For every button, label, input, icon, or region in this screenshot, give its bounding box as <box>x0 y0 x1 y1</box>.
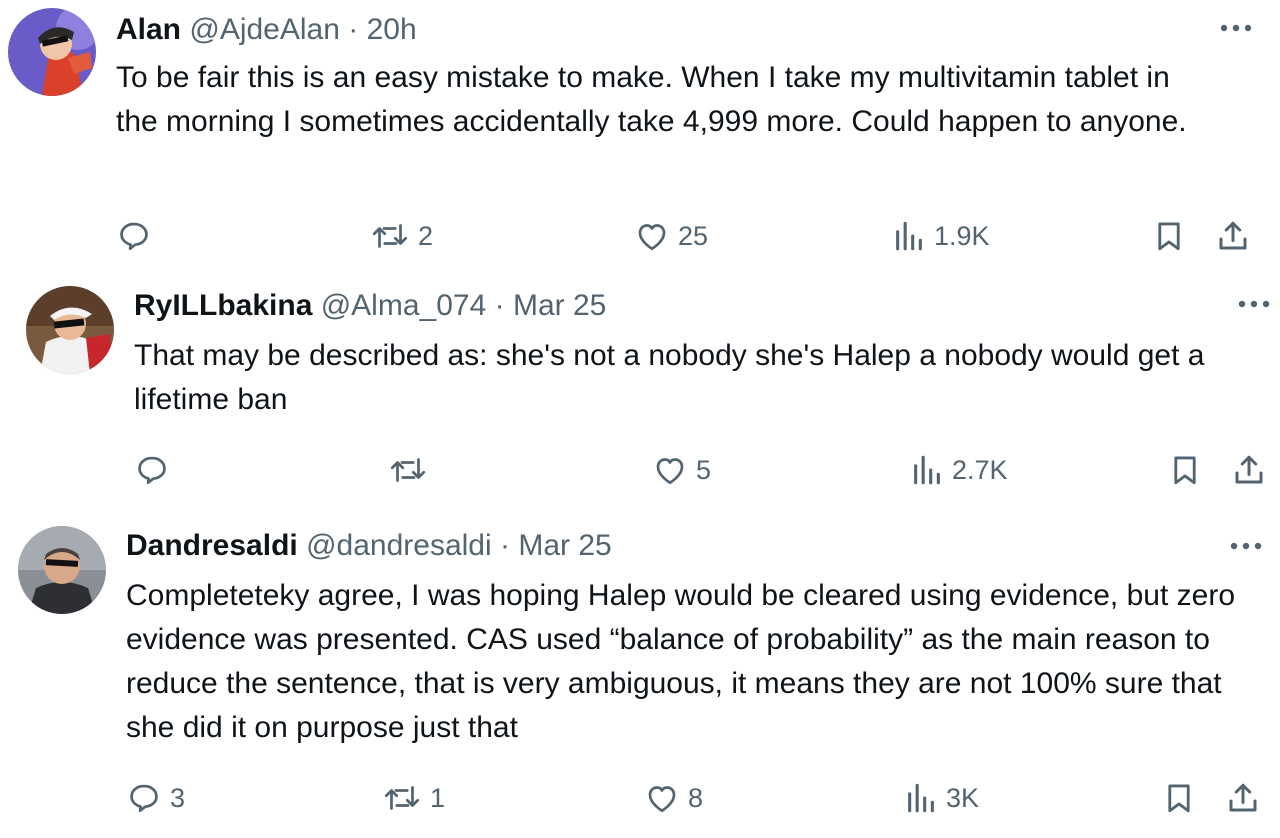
like-button[interactable]: 25 <box>634 216 708 256</box>
share-button[interactable] <box>1214 216 1252 256</box>
heart-outline-icon <box>656 458 684 485</box>
bar-chart-icon <box>896 221 922 251</box>
retweet-button[interactable]: 2 <box>370 216 433 256</box>
view-count: 2.7K <box>952 454 1008 485</box>
bar-chart-icon <box>908 783 934 813</box>
bookmark-button[interactable] <box>1168 450 1202 490</box>
reply-button[interactable]: 3 <box>126 778 185 818</box>
retweet-button[interactable] <box>388 450 436 490</box>
more-options-button[interactable] <box>1216 18 1256 38</box>
separator: · <box>348 13 359 46</box>
heart-outline-icon <box>638 224 666 251</box>
action-bar: 2 25 1.9K <box>0 216 1280 256</box>
avatar[interactable] <box>26 286 114 374</box>
like-count: 5 <box>696 454 712 485</box>
separator: · <box>494 289 505 322</box>
share-upload-icon <box>1229 783 1257 812</box>
like-button[interactable]: 8 <box>644 778 703 818</box>
timestamp[interactable]: 20h <box>367 13 417 46</box>
reply-button[interactable] <box>116 216 160 256</box>
reply-count: 3 <box>170 782 186 813</box>
tweet-text: That may be described as: she's not a no… <box>134 339 1205 416</box>
heart-outline-icon <box>648 786 676 813</box>
speech-bubble-icon <box>120 222 148 251</box>
views-button[interactable]: 1.9K <box>892 216 990 256</box>
tweet: RyILLbakina @Alma_074 · Mar 25 That may … <box>0 270 1280 510</box>
retweet-arrows-icon <box>372 224 408 248</box>
display-name[interactable]: Dandresaldi <box>126 529 298 562</box>
share-upload-icon <box>1219 221 1247 250</box>
tweet-text: Completeteky agree, I was hoping Halep w… <box>126 579 1236 744</box>
avatar[interactable] <box>18 526 106 614</box>
more-options-button[interactable] <box>1226 536 1266 556</box>
views-button[interactable]: 3K <box>904 778 979 818</box>
reply-button[interactable] <box>134 450 178 490</box>
user-handle[interactable]: @Alma_074 <box>321 289 487 322</box>
avatar[interactable] <box>8 8 96 96</box>
views-button[interactable]: 2.7K <box>910 450 1008 490</box>
retweet-count: 1 <box>430 782 446 813</box>
retweet-arrows-icon <box>384 786 420 810</box>
tweet-text: To be fair this is an easy mistake to ma… <box>116 61 1187 138</box>
display-name[interactable]: Alan <box>116 13 181 46</box>
tweet: Dandresaldi @dandresaldi · Mar 25 Comple… <box>0 510 1280 838</box>
speech-bubble-icon <box>130 784 158 813</box>
bookmark-icon <box>1168 784 1190 813</box>
tweet-header: Alan @AjdeAlan · 20h <box>116 12 417 48</box>
separator: · <box>500 529 510 562</box>
timestamp[interactable]: Mar 25 <box>518 529 611 562</box>
like-button[interactable]: 5 <box>652 450 711 490</box>
view-count: 3K <box>946 782 980 813</box>
more-dots-icon <box>1230 542 1262 550</box>
retweet-arrows-icon <box>390 458 426 482</box>
action-bar: 5 2.7K <box>0 450 1280 490</box>
bookmark-button[interactable] <box>1152 216 1186 256</box>
bar-chart-icon <box>914 455 940 485</box>
bookmark-icon <box>1158 222 1180 251</box>
share-button[interactable] <box>1230 450 1268 490</box>
retweet-count: 2 <box>418 220 434 251</box>
tweet-header: RyILLbakina @Alma_074 · Mar 25 <box>134 288 606 324</box>
more-dots-icon <box>1220 24 1252 32</box>
like-count: 25 <box>678 220 709 251</box>
display-name[interactable]: RyILLbakina <box>134 289 312 322</box>
view-count: 1.9K <box>934 220 990 251</box>
timestamp[interactable]: Mar 25 <box>513 289 606 322</box>
share-button[interactable] <box>1224 778 1262 818</box>
speech-bubble-icon <box>138 456 166 485</box>
bookmark-icon <box>1174 456 1196 485</box>
tweet: Alan @AjdeAlan · 20h To be fair this is … <box>0 0 1280 270</box>
action-bar: 3 1 8 3K <box>0 778 1280 818</box>
share-upload-icon <box>1235 455 1263 484</box>
user-handle[interactable]: @AjdeAlan <box>189 13 340 46</box>
more-options-button[interactable] <box>1234 294 1274 314</box>
tweet-header: Dandresaldi @dandresaldi · Mar 25 <box>126 528 612 564</box>
more-dots-icon <box>1238 300 1270 308</box>
bookmark-button[interactable] <box>1162 778 1196 818</box>
like-count: 8 <box>688 782 704 813</box>
user-handle[interactable]: @dandresaldi <box>306 529 492 562</box>
retweet-button[interactable]: 1 <box>382 778 445 818</box>
